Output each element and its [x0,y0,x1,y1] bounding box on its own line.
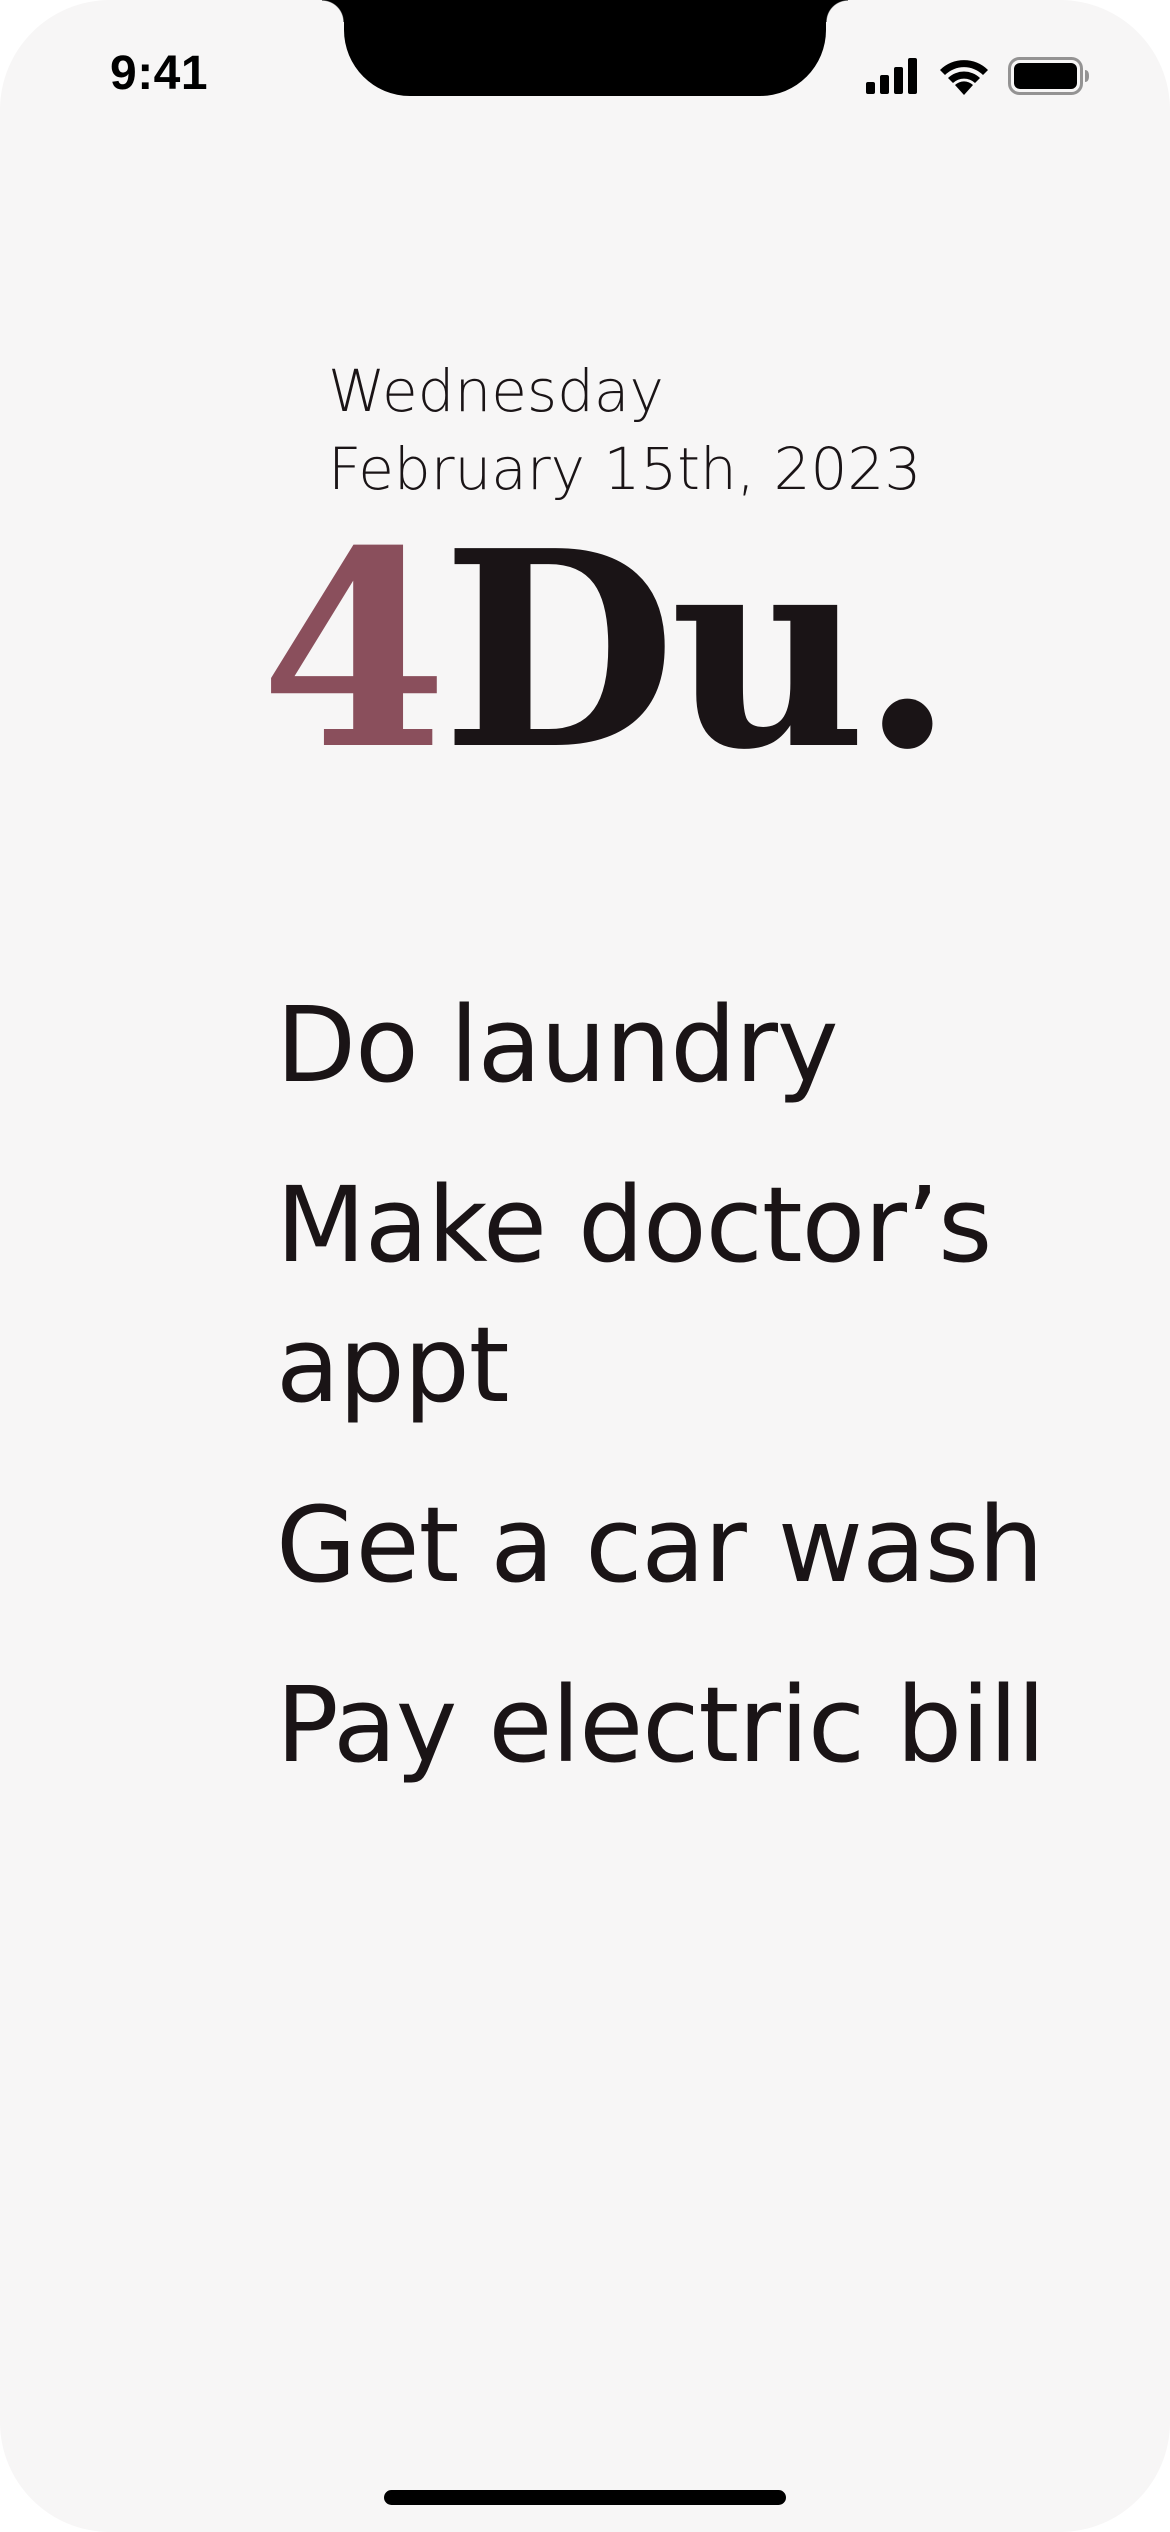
app-screen: 9:41 Wednesday February 15th, 2023 4 Du.… [0,0,1170,2532]
wifi-icon [938,57,990,95]
date-header: Wednesday February 15th, 2023 [328,352,921,508]
status-icons [866,56,1090,96]
cellular-signal-icon [866,58,920,94]
device-notch [322,0,848,96]
weekday-label: Wednesday [328,357,664,425]
app-logo: 4 Du. [260,491,954,809]
logo-accent-numeral: 4 [260,491,448,809]
task-item[interactable]: Pay electric bill [276,1655,1136,1795]
task-item[interactable]: Make doctor’s appt [276,1155,1136,1435]
logo-wordmark: Du. [441,491,954,809]
status-time: 9:41 [110,47,209,100]
task-item[interactable]: Get a car wash [276,1475,1136,1615]
task-list: Do laundry Make doctor’s appt Get a car … [276,975,1136,1835]
battery-icon [1008,57,1090,95]
task-item[interactable]: Do laundry [276,975,1136,1115]
home-indicator[interactable] [384,2490,786,2505]
